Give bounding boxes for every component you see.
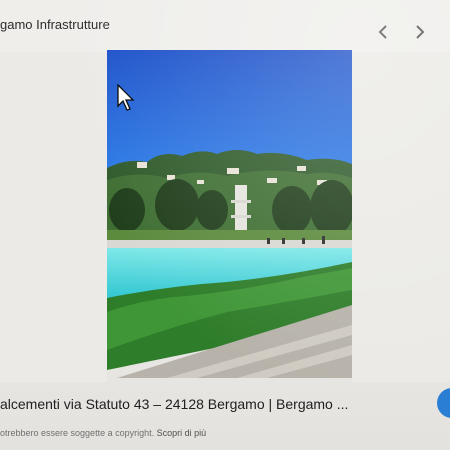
- diving-tower: [235, 185, 247, 235]
- previous-button[interactable]: [374, 22, 392, 42]
- next-button[interactable]: [411, 22, 429, 42]
- left-margin: [0, 52, 107, 382]
- lawn: [107, 230, 352, 240]
- screen: gamo Infrastrutture alcementi via Statut…: [0, 0, 450, 450]
- pool-deck: [107, 240, 352, 248]
- chevron-left-icon: [378, 25, 387, 39]
- chevron-right-icon: [416, 25, 425, 39]
- copyright-notice: otrebbero essere soggette a copyright. S…: [0, 428, 206, 438]
- visit-button[interactable]: [437, 388, 450, 418]
- pool-photo: [107, 50, 352, 378]
- image-caption[interactable]: alcementi via Statuto 43 – 24128 Bergamo…: [0, 396, 348, 412]
- preview-image[interactable]: [107, 50, 352, 378]
- learn-more-link[interactable]: Scopri di più: [157, 428, 207, 438]
- right-margin: [352, 52, 450, 382]
- viewer-header: gamo Infrastrutture: [0, 0, 450, 53]
- page-title: gamo Infrastrutture: [0, 17, 110, 32]
- mouse-cursor-icon: [117, 84, 135, 111]
- copyright-text: otrebbero essere soggette a copyright.: [0, 428, 155, 438]
